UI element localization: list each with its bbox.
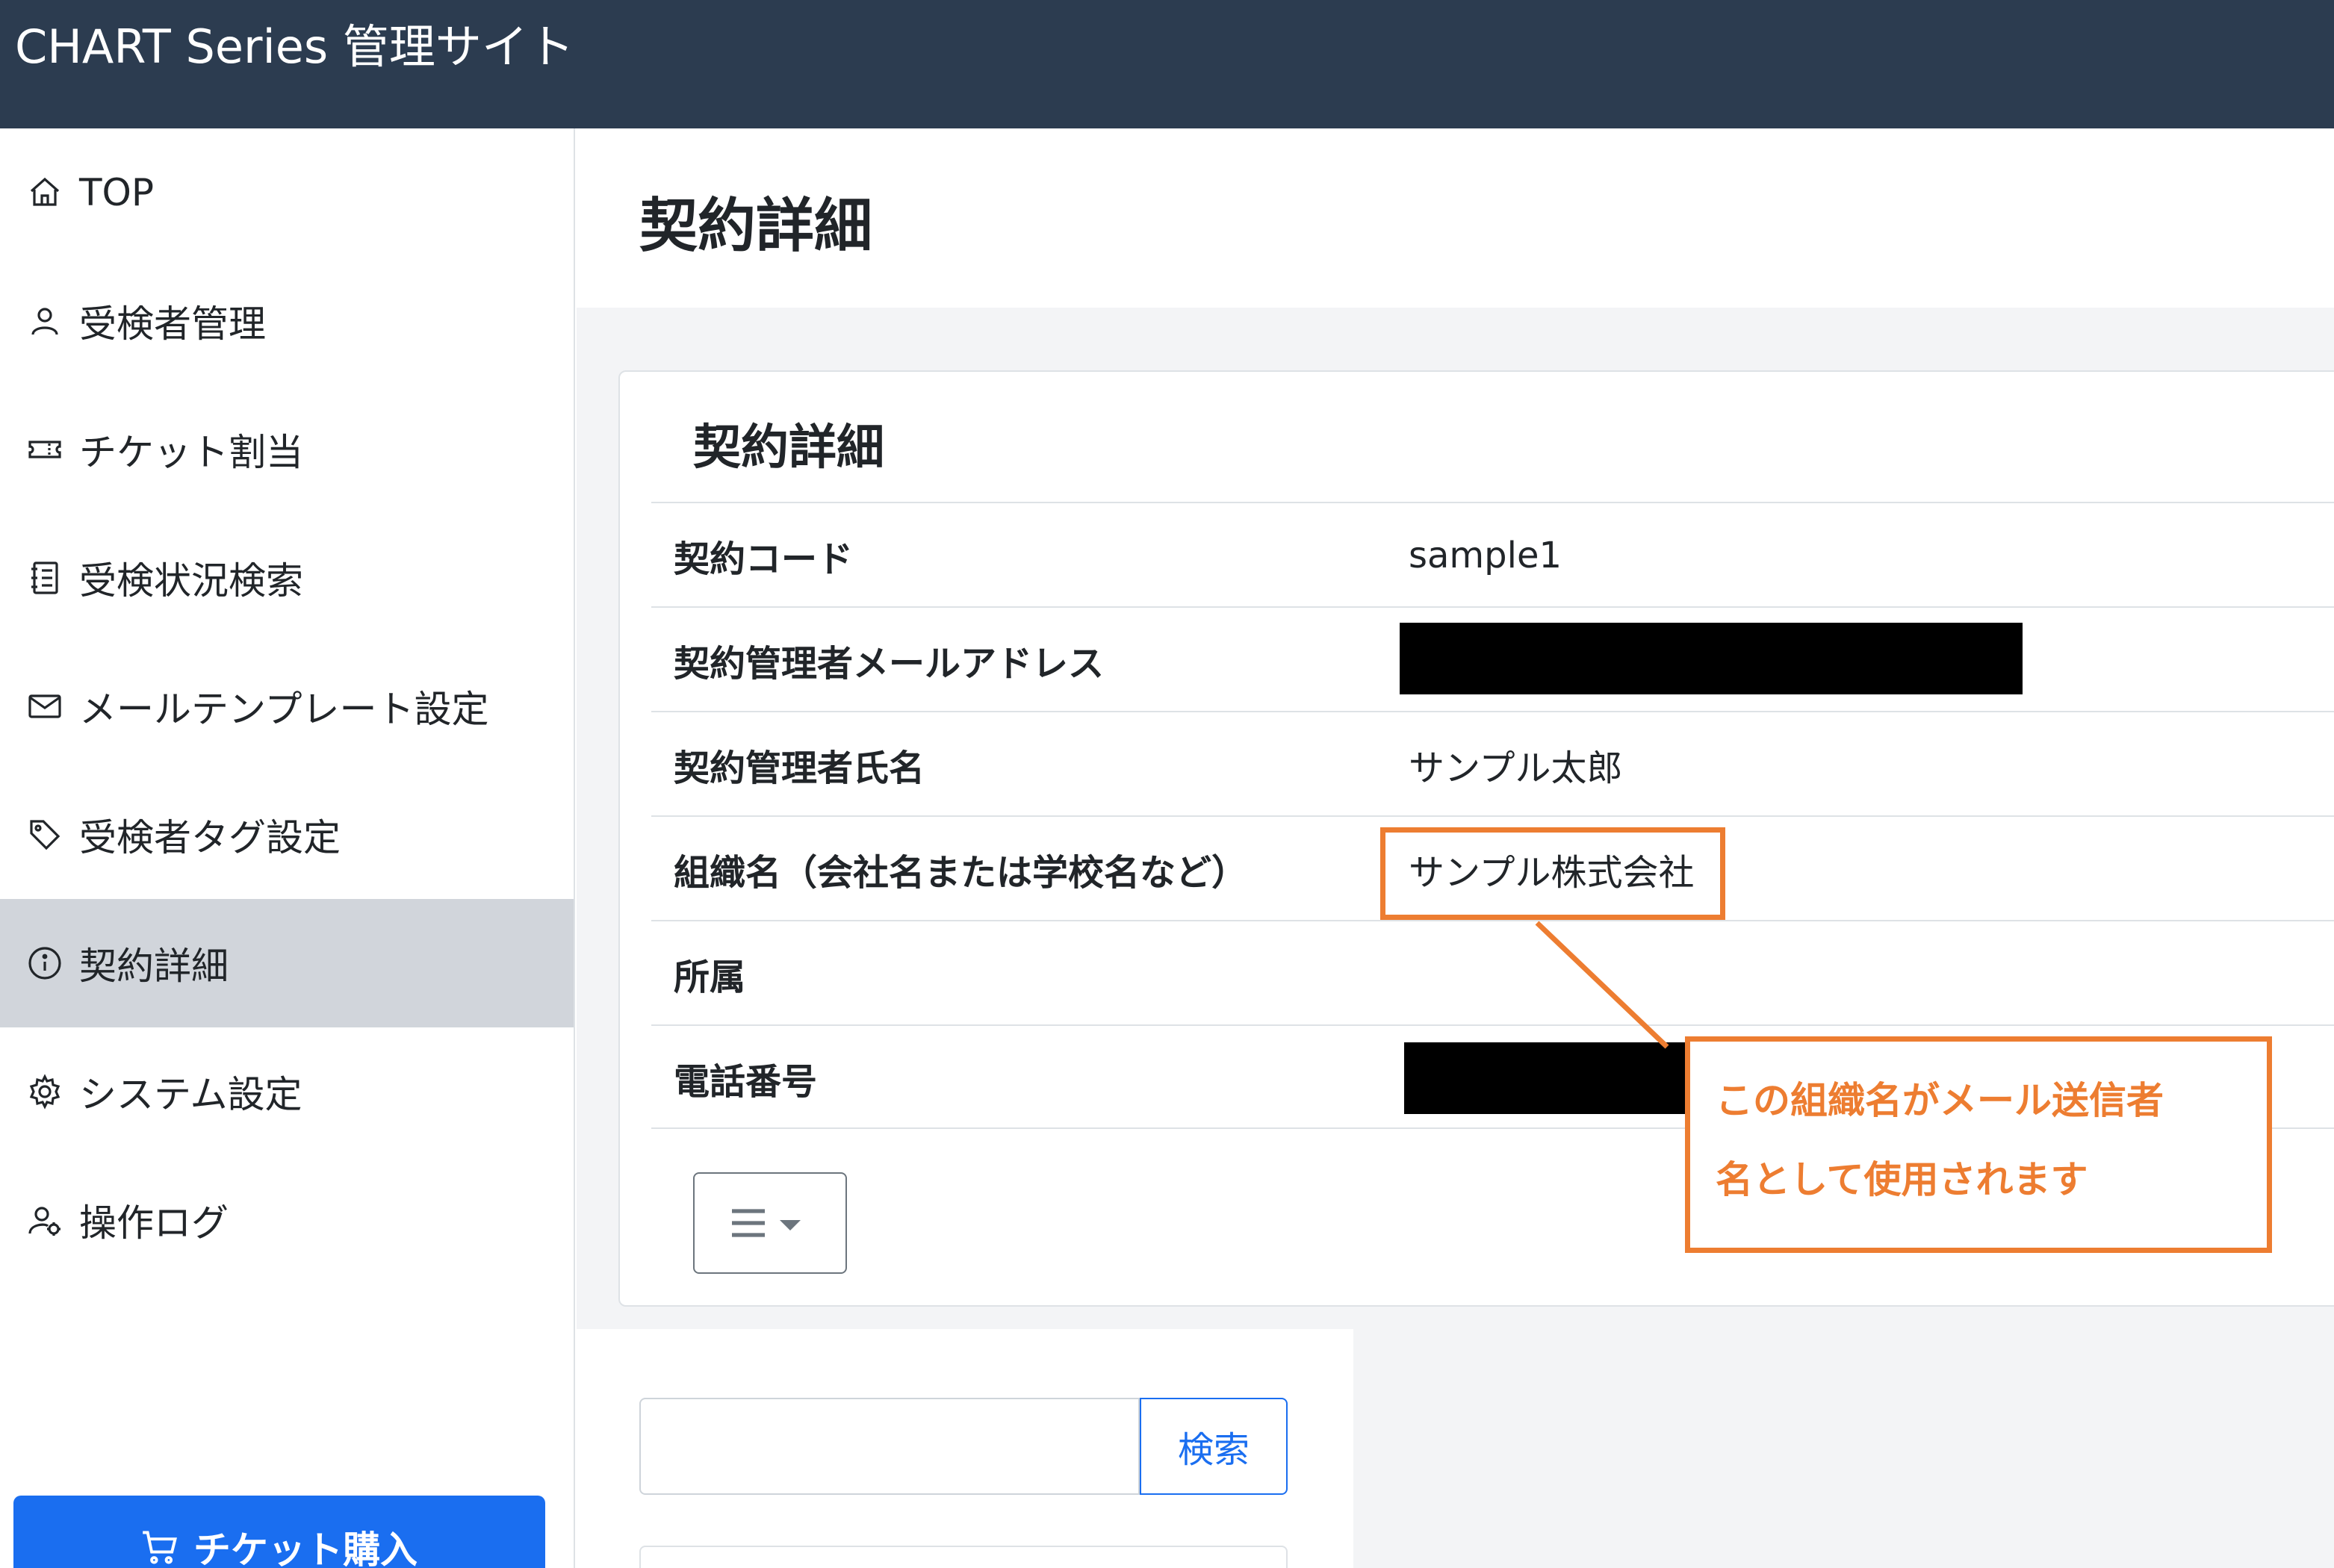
row-label: 契約管理者氏名 (674, 747, 925, 789)
annotation-callout: この組織名がメール送信者 名として使用されます (1685, 1036, 2272, 1253)
page-header: 契約詳細 (577, 128, 2334, 308)
sidebar-item-label: チケット割当 (79, 431, 303, 474)
sidebar-item-top[interactable]: TOP (0, 128, 574, 257)
buy-ticket-label: チケット購入 (193, 1528, 418, 1568)
sidebar-item-label: TOP (79, 171, 155, 214)
annotation-line-2: 名として使用されます (1716, 1158, 2088, 1201)
user-gear-icon (27, 1202, 63, 1238)
ticket-icon (27, 432, 63, 467)
redacted-email (1400, 623, 2023, 694)
annotation-text: この組織名がメール送信者 名として使用されます (1716, 1061, 2253, 1219)
page-title: 契約詳細 (639, 193, 873, 260)
search-button[interactable]: 検索 (1140, 1398, 1288, 1495)
row-label: 契約管理者メールアドレス (674, 643, 1105, 685)
sidebar-item-examinees[interactable]: 受検者管理 (0, 257, 574, 385)
cart-icon (143, 1531, 177, 1564)
sidebar-item-mail-template[interactable]: メールテンプレート設定 (0, 642, 574, 771)
menu-icon (732, 1209, 801, 1237)
actions-dropdown-button[interactable] (693, 1172, 847, 1274)
sidebar-item-label: 契約詳細 (79, 945, 229, 988)
search-input[interactable] (639, 1398, 1140, 1495)
organization-highlight-box (1380, 827, 1725, 920)
table-row: 契約コード sample1 (651, 502, 2334, 606)
sidebar-item-contract-details[interactable]: 契約詳細 (0, 899, 574, 1027)
sidebar-item-label: 受検状況検索 (79, 559, 303, 603)
results-card (639, 1546, 1288, 1568)
app-title[interactable]: CHART Series 管理サイト (15, 19, 574, 75)
row-label: 組織名（会社名または学校名など） (674, 852, 1248, 894)
sidebar-item-examinee-tags[interactable]: 受検者タグ設定 (0, 771, 574, 899)
sidebar: TOP 受検者管理 チケット割当 受検状況検索 メールテンプレート設定 受検者タ… (0, 128, 575, 1568)
mail-icon (27, 688, 63, 724)
card-title: 契約詳細 (693, 420, 884, 476)
annotation-line-1: この組織名がメール送信者 (1716, 1079, 2164, 1122)
buy-ticket-button[interactable]: チケット購入 (13, 1496, 545, 1568)
sidebar-item-label: 受検者タグ設定 (79, 816, 341, 859)
search-panel: 検索 (577, 1329, 1353, 1568)
row-value: サンプル太郎 (1409, 747, 1623, 789)
sidebar-item-operation-log[interactable]: 操作ログ (0, 1156, 574, 1284)
list-icon (27, 560, 63, 596)
table-row: 所属 (651, 920, 2334, 1024)
user-icon (27, 303, 63, 339)
table-row: 契約管理者氏名 サンプル太郎 (651, 711, 2334, 815)
top-navbar: CHART Series 管理サイト (0, 0, 2334, 128)
row-label: 契約コード (674, 538, 854, 580)
row-label: 所属 (674, 956, 746, 998)
row-value: sample1 (1409, 535, 1562, 576)
sidebar-item-ticket-assign[interactable]: チケット割当 (0, 385, 574, 514)
sidebar-item-exam-status[interactable]: 受検状況検索 (0, 514, 574, 642)
home-icon (27, 175, 63, 211)
tag-icon (27, 817, 63, 853)
info-icon (27, 945, 63, 981)
redacted-phone (1404, 1042, 1688, 1114)
sidebar-item-label: システム設定 (79, 1073, 302, 1116)
table-row: 契約管理者メールアドレス (651, 606, 2334, 711)
sidebar-item-label: 受検者管理 (79, 302, 266, 346)
sidebar-item-label: 操作ログ (79, 1201, 229, 1245)
gear-icon (27, 1074, 63, 1110)
sidebar-item-system-settings[interactable]: システム設定 (0, 1027, 574, 1156)
sidebar-item-label: メールテンプレート設定 (79, 688, 489, 731)
row-label: 電話番号 (674, 1061, 818, 1103)
